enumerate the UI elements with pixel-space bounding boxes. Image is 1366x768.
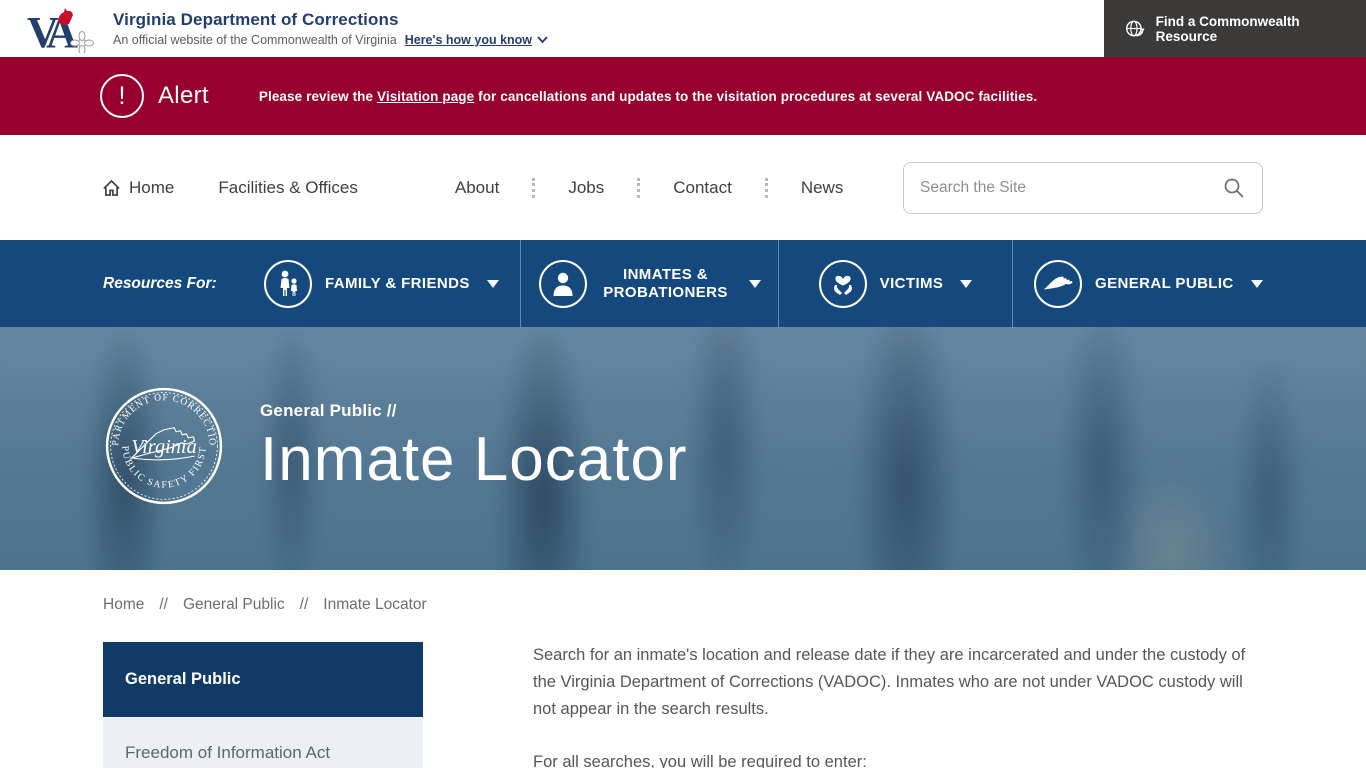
breadcrumb-separator: // [159,596,168,614]
vadoc-logo: VA [25,5,99,53]
brand-home-link[interactable]: VA Virginia Department of Corrections An… [0,0,548,57]
nav-separator [637,178,640,198]
content-area: General Public Freedom of Information Ac… [103,642,1263,768]
alert-icon: ! [100,74,144,118]
vadoc-seal: DEPARTMENT OF CORRECTIONS PUBLIC SAFETY … [103,385,225,507]
home-icon [103,180,120,196]
site-search [903,162,1263,214]
alert-message: Please review the Visitation page for ca… [259,89,1037,104]
resources-family-friends[interactable]: FAMILY & FRIENDS [258,240,520,327]
chevron-down-icon [537,36,548,44]
alert-label: Alert [158,82,209,110]
person-icon [539,260,587,308]
search-input[interactable] [920,179,1222,197]
sidebar-item-foia[interactable]: Freedom of Information Act [125,743,401,763]
resources-victims[interactable]: VICTIMS [778,240,1012,327]
breadcrumb-general-public[interactable]: General Public [183,596,285,614]
search-icon[interactable] [1222,176,1246,200]
family-icon [264,260,312,308]
site-header: VA Virginia Department of Corrections An… [0,0,1366,57]
nav-home[interactable]: Home [103,178,174,198]
heres-how-you-know-link[interactable]: Here's how you know [405,33,548,47]
site-title: Virginia Department of Corrections [113,10,548,30]
nav-about[interactable]: About [455,178,499,198]
main-nav: Home Facilities & Offices About Jobs Con… [0,135,1366,240]
intro-paragraph: Search for an inmate's location and rele… [533,642,1263,723]
hero-banner: DEPARTMENT OF CORRECTIONS PUBLIC SAFETY … [0,327,1366,570]
chevron-down-icon [749,280,761,288]
dogwood-flower-icon [79,45,85,53]
breadcrumb: Home // General Public // Inmate Locator [103,596,1366,614]
resources-general-public[interactable]: GENERAL PUBLIC [1012,240,1366,327]
breadcrumb-separator: // [300,596,309,614]
page-title: Inmate Locator [260,429,688,491]
nav-separator [765,178,768,198]
search-requirements-lead: For all searches, you will be required t… [533,749,1263,768]
chevron-down-icon [487,280,499,288]
sidebar-body: Freedom of Information Act [103,717,423,768]
virginia-state-icon [1034,260,1082,308]
chevron-down-icon [960,280,972,288]
breadcrumb-home[interactable]: Home [103,596,144,614]
nav-contact[interactable]: Contact [673,178,732,198]
resources-inmates-probationers[interactable]: INMATES & PROBATIONERS [520,240,778,327]
chevron-down-icon [1251,280,1263,288]
svg-text:Virginia: Virginia [131,436,197,458]
nav-facilities-offices[interactable]: Facilities & Offices [218,178,358,198]
resources-for-label: Resources For: [0,275,258,293]
breadcrumb-current-page: Inmate Locator [323,596,426,614]
official-website-text: An official website of the Commonwealth … [113,33,397,47]
resources-bar: Resources For: FAMILY & FRIENDS INMATES … [0,240,1366,327]
nav-news[interactable]: News [801,178,844,198]
visitation-page-link[interactable]: Visitation page [377,89,474,104]
hands-heart-icon [819,260,867,308]
nav-separator [532,178,535,198]
sidebar: General Public Freedom of Information Ac… [103,642,423,768]
globe-icon [1124,17,1146,40]
alert-banner: ! Alert Please review the Visitation pag… [0,57,1366,135]
sidebar-header-general-public[interactable]: General Public [103,642,423,717]
find-commonwealth-resource-button[interactable]: Find a Commonwealth Resource [1104,0,1366,57]
main-content: Search for an inmate's location and rele… [533,642,1263,768]
nav-jobs[interactable]: Jobs [568,178,604,198]
hero-breadcrumb-general-public[interactable]: General Public // [260,401,688,421]
